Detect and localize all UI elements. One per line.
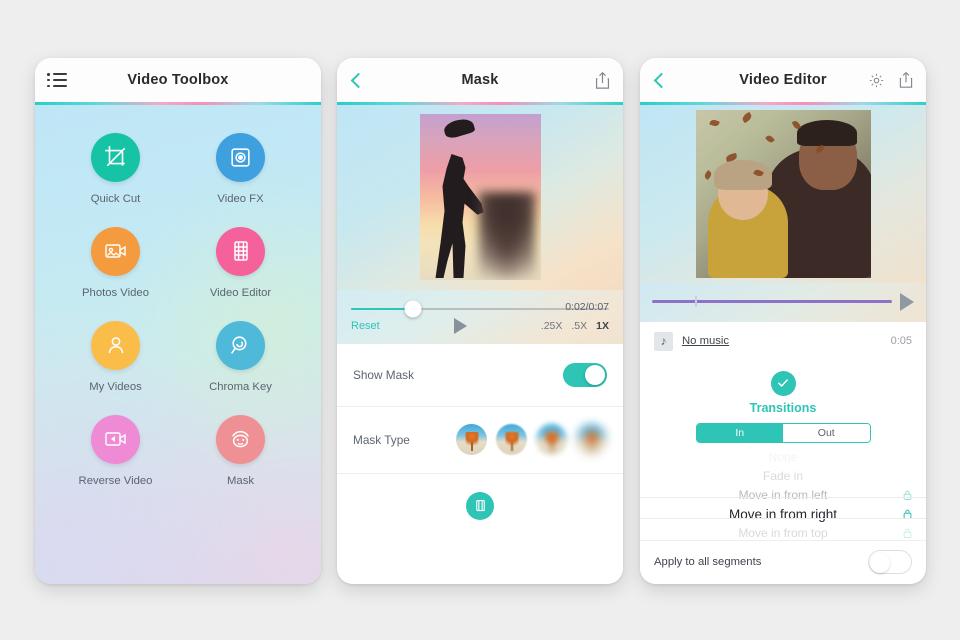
lock-icon (903, 528, 912, 538)
mask-type-options (456, 424, 607, 455)
share-upload-icon[interactable] (898, 71, 914, 89)
tool-grid-body: Quick Cut Video FX Photos Video Video Ed… (35, 105, 321, 585)
save-film-icon[interactable] (466, 491, 494, 520)
screenshot-stage: Video Toolbox Quick Cut Video FX Photos … (0, 0, 960, 640)
tab-in[interactable]: In (696, 423, 783, 442)
transitions-tabs: In Out (695, 422, 871, 443)
apply-all-segments-row: Apply to all segments (640, 540, 926, 584)
mask-player-controls: 0:02/0:07 Reset .25X .5X 1X (337, 289, 623, 344)
option-label: Move in from top (738, 526, 828, 540)
phone-video-toolbox: Video Toolbox Quick Cut Video FX Photos … (35, 58, 321, 584)
mask-option-heavy-blur[interactable] (576, 424, 607, 455)
apply-all-label: Apply to all segments (654, 556, 762, 568)
effects-lens-icon (216, 132, 265, 182)
check-circle-icon[interactable] (770, 370, 796, 396)
tool-label: Chroma Key (209, 380, 272, 393)
person-icon (91, 320, 140, 370)
phone-video-editor: Video Editor ♪ No music 0:05 Transitions… (640, 58, 926, 584)
face-mask-icon (216, 414, 265, 464)
mask-type-row: Mask Type (337, 406, 623, 473)
page-title: Mask (461, 72, 499, 88)
page-title: Video Toolbox (127, 72, 229, 88)
tool-reverse-video[interactable]: Reverse Video (53, 414, 178, 487)
share-upload-icon[interactable] (594, 71, 611, 90)
tool-label: Video Editor (209, 286, 272, 299)
tool-video-fx[interactable]: Video FX (178, 132, 303, 205)
tool-my-videos[interactable]: My Videos (53, 320, 178, 393)
header-video-editor: Video Editor (640, 58, 926, 102)
mask-footer (337, 473, 623, 584)
back-chevron-icon[interactable] (349, 72, 367, 88)
tool-photos-video[interactable]: Photos Video (53, 226, 178, 299)
reverse-camera-icon (91, 414, 140, 464)
crop-icon (91, 132, 140, 182)
back-chevron-icon[interactable] (652, 72, 670, 88)
mask-option-medium-blur[interactable] (536, 424, 567, 455)
show-mask-toggle[interactable] (563, 362, 607, 387)
speed-option-quarter[interactable]: .25X (541, 320, 563, 332)
tool-chroma-key[interactable]: Chroma Key (178, 320, 303, 393)
tool-label: My Videos (89, 380, 142, 393)
mask-type-label: Mask Type (353, 432, 410, 447)
tool-label: Video FX (217, 192, 264, 205)
show-mask-label: Show Mask (353, 367, 414, 382)
tool-label: Reverse Video (78, 474, 153, 487)
tool-label: Mask (227, 474, 254, 487)
phone-mask: Mask 0:02/0:07 Reset .25X .5X 1X Show Ma… (337, 58, 623, 584)
speed-option-one[interactable]: 1X (596, 320, 609, 332)
tool-label: Quick Cut (90, 192, 141, 205)
tool-mask[interactable]: Mask (178, 414, 303, 487)
transitions-panel: Transitions In Out None Fade in Move in … (640, 360, 926, 540)
transition-option-fade-in[interactable]: Fade in (640, 467, 926, 486)
lock-icon (903, 509, 912, 520)
apply-all-toggle[interactable] (868, 550, 912, 574)
play-triangle-icon[interactable] (900, 292, 914, 311)
music-note-icon: ♪ (654, 331, 673, 351)
tool-label: Photos Video (82, 286, 149, 299)
music-duration: 0:05 (890, 335, 912, 347)
music-row[interactable]: ♪ No music 0:05 (640, 321, 926, 361)
playback-time: 0:02/0:07 (565, 300, 609, 313)
header-video-toolbox: Video Toolbox (35, 58, 321, 102)
tool-quick-cut[interactable]: Quick Cut (53, 132, 178, 205)
mask-option-slight-blur[interactable] (496, 424, 527, 455)
speed-option-half[interactable]: .5X (571, 320, 587, 332)
blurred-mask-region (478, 192, 535, 280)
magnifier-icon (216, 320, 265, 370)
tool-grid: Quick Cut Video FX Photos Video Video Ed… (53, 132, 303, 487)
mask-option-sharp[interactable] (456, 424, 487, 455)
timeline-scrubber[interactable] (652, 296, 892, 307)
gear-settings-icon[interactable] (868, 72, 885, 89)
tab-out[interactable]: Out (783, 423, 870, 442)
editor-video-preview[interactable] (640, 104, 926, 283)
music-label[interactable]: No music (682, 335, 729, 347)
option-label: Move in from right (728, 506, 838, 522)
lock-icon (903, 490, 912, 500)
editor-player-controls (640, 282, 926, 322)
transitions-title: Transitions (749, 400, 817, 415)
preview-image-sunset (419, 114, 541, 280)
transition-option-none[interactable]: None (640, 448, 926, 467)
scrubber-handle[interactable] (404, 300, 422, 317)
mask-video-preview[interactable] (337, 104, 623, 290)
hamburger-menu-icon[interactable] (47, 73, 67, 87)
reset-button[interactable]: Reset (351, 320, 380, 332)
transition-option-move-left[interactable]: Move in from left (640, 486, 926, 505)
transition-option-move-top[interactable]: Move in from top (640, 524, 926, 540)
play-triangle-icon[interactable] (453, 317, 467, 334)
show-mask-row: Show Mask (337, 343, 623, 406)
transition-picker[interactable]: None Fade in Move in from left Move in f… (640, 448, 926, 540)
photo-camera-icon (91, 226, 140, 276)
option-label: Move in from left (738, 488, 828, 502)
film-strip-icon (216, 226, 265, 276)
header-mask: Mask (337, 58, 623, 102)
tool-video-editor[interactable]: Video Editor (178, 226, 303, 299)
playback-scrubber[interactable]: 0:02/0:07 (351, 300, 609, 317)
transition-option-move-right[interactable]: Move in from right (640, 505, 926, 524)
preview-image-autumn (695, 109, 871, 278)
